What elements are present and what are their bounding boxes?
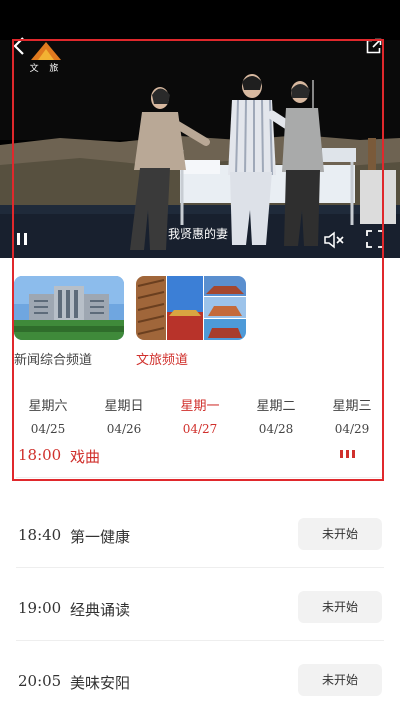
pause-icon [17,233,27,245]
date-label: 04/29 [334,422,370,436]
program-title: 美味安阳 [70,674,131,692]
program-row-current[interactable]: 18:00 戏曲 [16,446,384,478]
program-status-button[interactable]: 未开始 [298,591,382,623]
program-title: 戏曲 [70,448,101,466]
mute-button[interactable] [323,231,345,249]
fullscreen-button[interactable] [366,230,384,248]
program-title: 第一健康 [70,528,131,546]
program-row[interactable]: 18:40 第一健康 未开始 [16,496,384,568]
channel-label: 新闻综合频道 [14,353,93,368]
fullscreen-icon [366,230,384,248]
video-player[interactable]: 文 旅 我贤惠的妻 [0,0,400,258]
program-time: 18:00 [18,446,62,464]
culture-collage-image [136,276,246,340]
program-row[interactable]: 20:05 美味安阳 未开始 [16,642,384,711]
tab-day-mon[interactable]: 星期一 04/27 [170,395,230,436]
weekday-label: 星期六 [28,399,68,414]
program-title: 经典诵读 [70,601,131,619]
program-row[interactable]: 19:00 经典诵读 未开始 [16,569,384,641]
weekday-label: 星期一 [180,399,220,414]
weekday-label: 星期二 [256,399,296,414]
logo-icon [31,42,61,60]
tab-day-tue[interactable]: 星期二 04/28 [246,395,306,436]
tab-day-sun[interactable]: 星期日 04/26 [94,395,154,436]
weekday-label: 星期三 [332,399,372,414]
pause-button[interactable] [14,231,30,247]
program-time: 19:00 [18,599,62,617]
channel-thumbnail [136,276,246,340]
channel-label: 文旅频道 [136,353,189,368]
program-status-button[interactable]: 未开始 [298,664,382,696]
share-icon [366,38,382,54]
channel-card-news[interactable]: 新闻综合频道 [14,276,124,371]
weekday-label: 星期日 [104,399,144,414]
share-button[interactable] [366,38,382,54]
date-label: 04/28 [258,422,294,436]
week-tabs: 星期六 04/25 星期日 04/26 星期一 04/27 星期二 04/28 … [0,395,400,445]
tab-day-sat[interactable]: 星期六 04/25 [18,395,78,436]
date-label: 04/26 [106,422,142,436]
channel-thumbnail [14,276,124,340]
program-time: 20:05 [18,672,62,690]
channel-list: 新闻综合频道 文旅频道 [0,276,400,376]
news-building-image [14,276,124,340]
video-subtitle: 我贤惠的妻 [168,227,229,241]
channel-logo: 文 旅 [28,40,64,74]
speaker-muted-icon [324,231,344,249]
tab-day-wed[interactable]: 星期三 04/29 [322,395,382,436]
date-label: 04/27 [182,422,218,436]
video-frame [0,0,400,258]
date-label: 04/25 [30,422,66,436]
chevron-left-icon [13,37,24,55]
logo-text: 文 旅 [29,64,63,74]
program-status-button[interactable]: 未开始 [298,518,382,550]
now-playing-icon [340,450,355,458]
channel-card-culture[interactable]: 文旅频道 [136,276,246,371]
program-time: 18:40 [18,526,62,544]
